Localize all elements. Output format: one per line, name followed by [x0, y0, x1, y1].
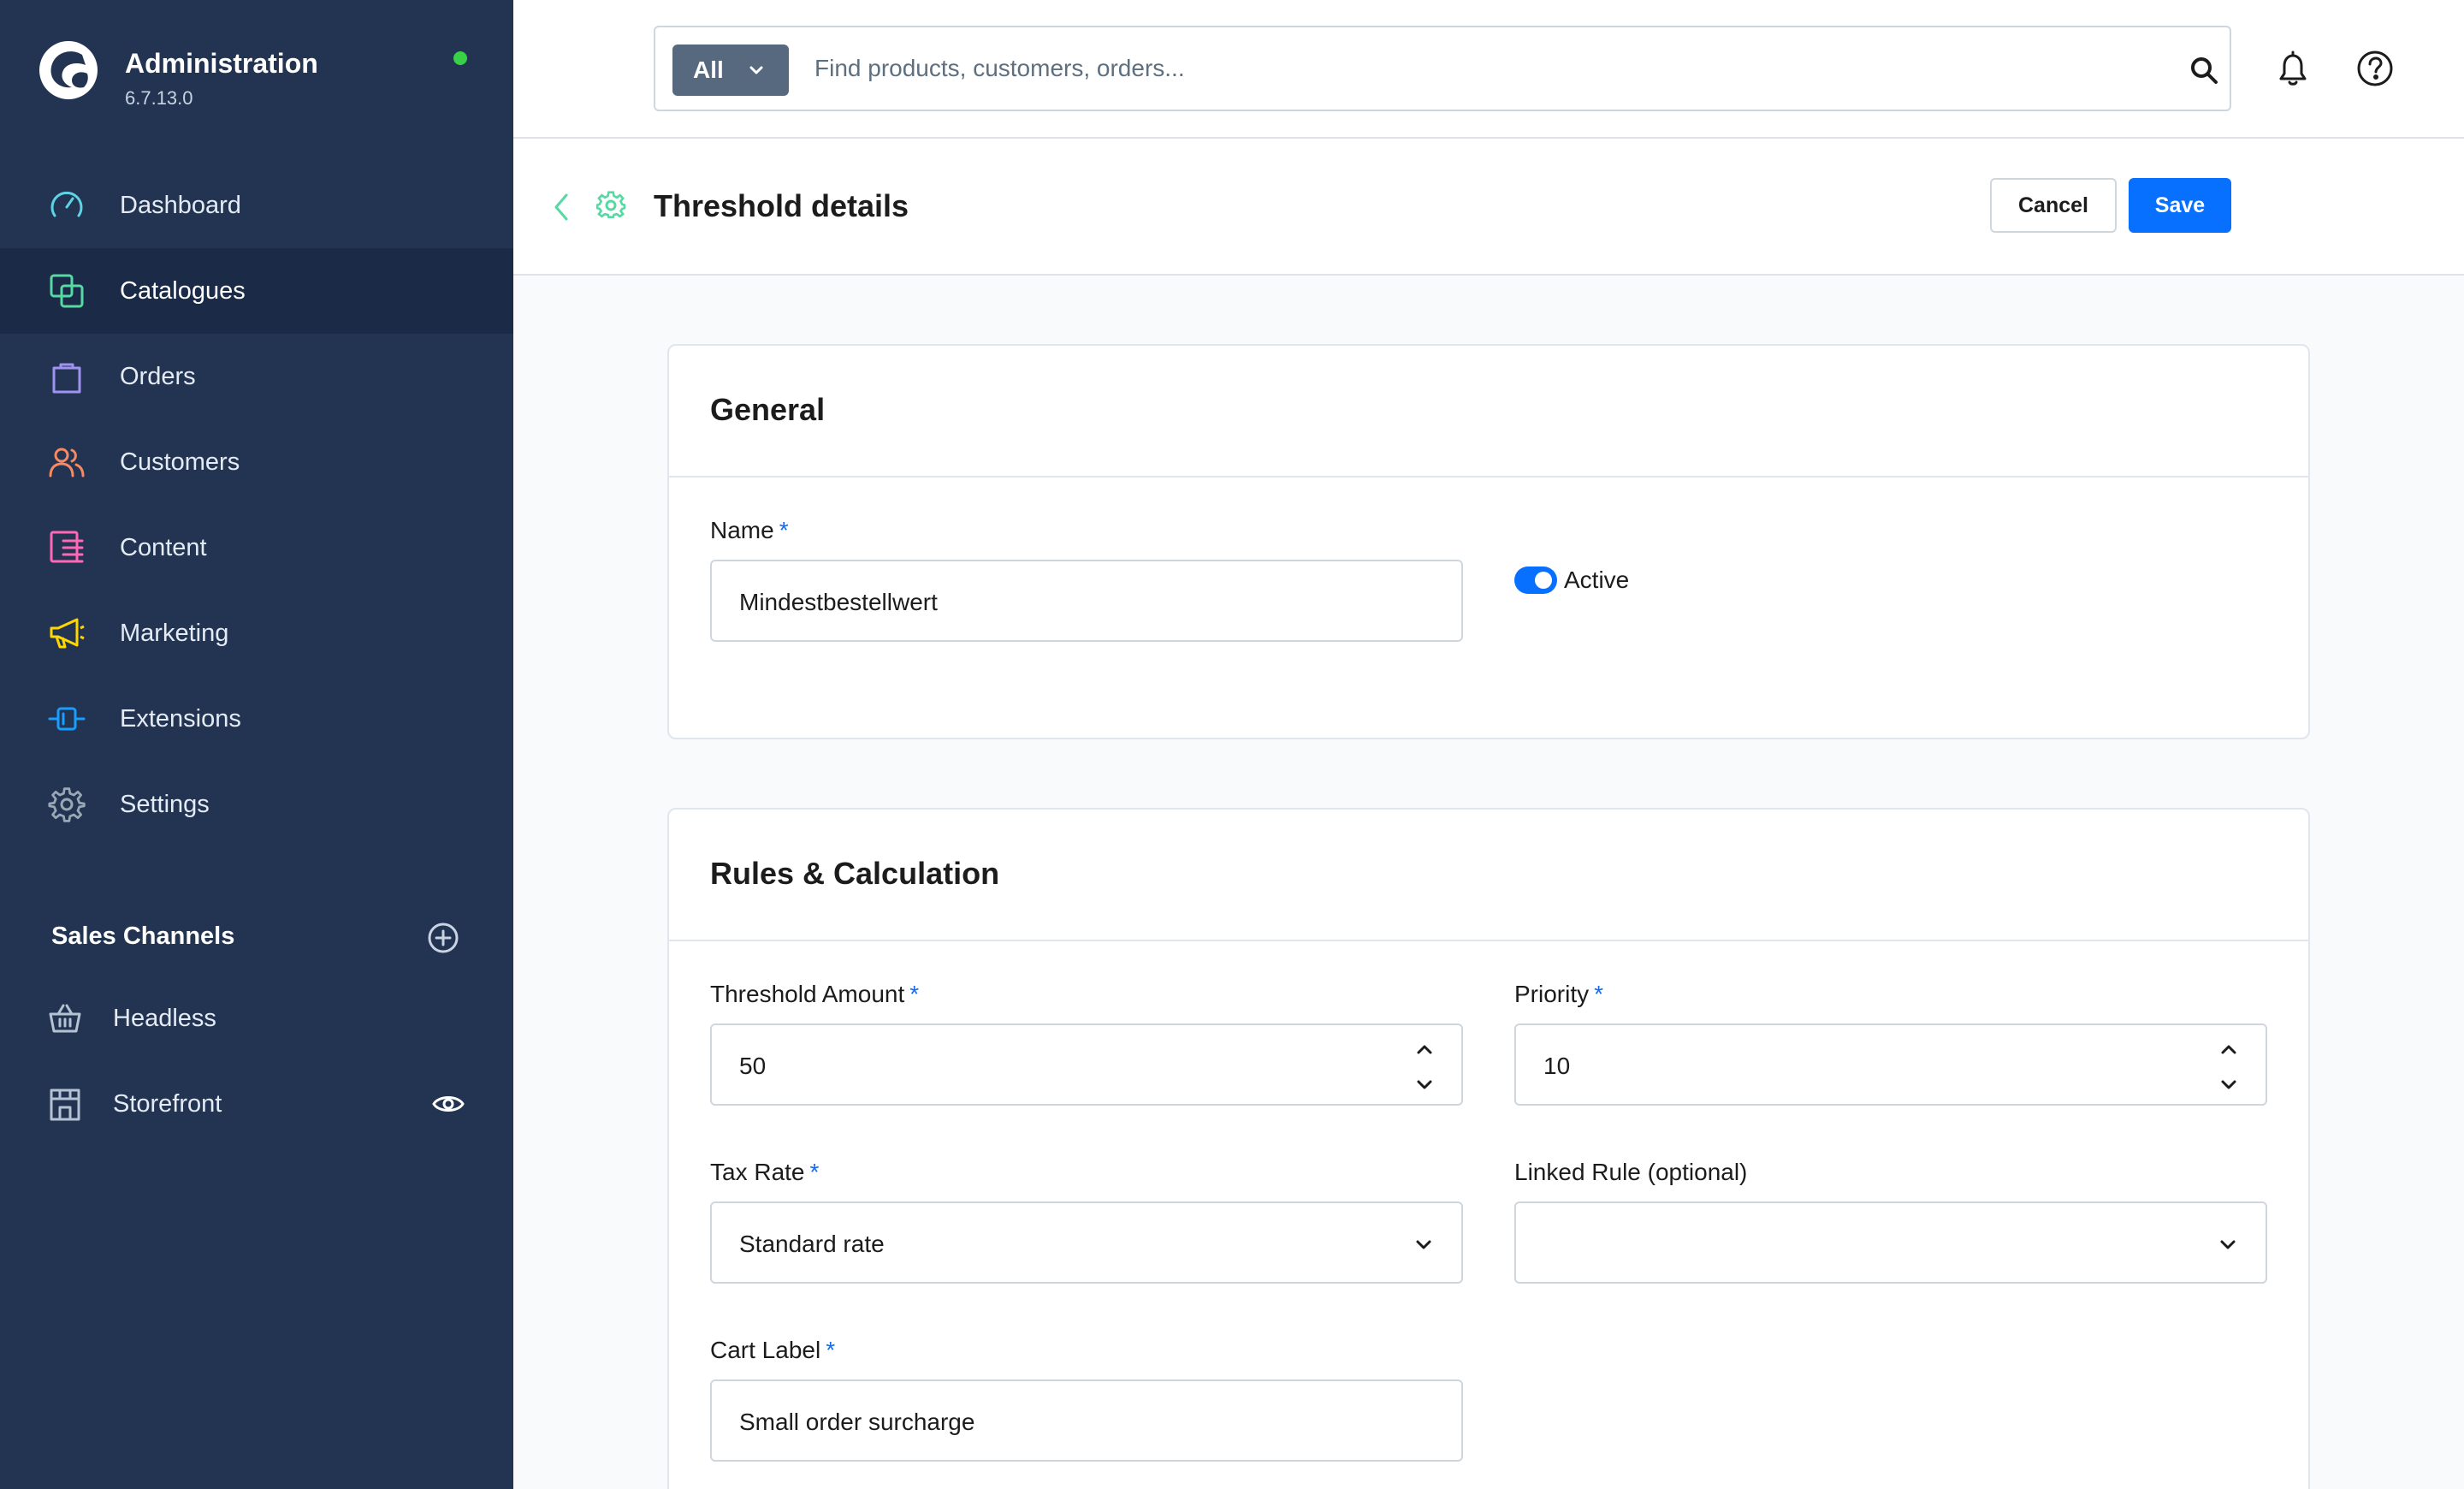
- save-button[interactable]: Save: [2129, 178, 2231, 233]
- app-title: Administration: [125, 48, 318, 79]
- sales-channel-storefront[interactable]: Storefront: [0, 1061, 513, 1147]
- search-icon[interactable]: [2187, 53, 2221, 87]
- chevron-down-icon[interactable]: [2218, 1073, 2240, 1095]
- sidebar-item-content[interactable]: Content: [0, 505, 513, 590]
- sidebar-item-label: Orders: [120, 362, 196, 390]
- sidebar-item-settings[interactable]: Settings: [0, 762, 513, 847]
- priority-label: Priority *: [1514, 981, 1603, 1008]
- shopping-bag-icon: [52, 363, 81, 394]
- sidebar-item-dashboard[interactable]: Dashboard: [0, 163, 513, 248]
- storefront-icon: [50, 1089, 80, 1121]
- sidebar-item-label: Dashboard: [120, 191, 241, 219]
- card-divider: [669, 940, 2308, 941]
- cart-label-label: Cart Label *: [710, 1337, 835, 1364]
- back-arrow-icon[interactable]: [548, 188, 575, 226]
- sidebar-item-extensions[interactable]: Extensions: [0, 676, 513, 762]
- plug-icon: [48, 707, 86, 731]
- threshold-amount-label-text: Threshold Amount: [710, 981, 905, 1007]
- gear-icon: [48, 787, 86, 822]
- card-divider: [669, 476, 2308, 478]
- general-card: General Name * Mindestbestellwert Active: [667, 344, 2310, 739]
- basket-icon: [49, 1004, 81, 1033]
- name-field[interactable]: Mindestbestellwert: [710, 560, 1463, 642]
- chevron-down-icon: [2220, 1240, 2236, 1249]
- users-icon: [49, 448, 85, 478]
- smart-bar: Threshold details Cancel Save: [513, 139, 2464, 276]
- help-icon[interactable]: [2354, 48, 2396, 89]
- sidebar: Administration 6.7.13.0 Dashboard Catalo…: [0, 0, 513, 1489]
- sidebar-item-customers[interactable]: Customers: [0, 419, 513, 505]
- linked-rule-label: Linked Rule (optional): [1514, 1159, 1748, 1185]
- sales-channels-header: Sales Channels: [51, 919, 462, 957]
- settings-gear-icon: [595, 191, 626, 218]
- chevron-down-icon: [749, 66, 763, 74]
- sidebar-item-label: Marketing: [120, 619, 229, 647]
- sidebar-item-label: Content: [120, 533, 207, 561]
- required-asterisk: *: [779, 517, 789, 543]
- search-type-dropdown[interactable]: All: [672, 44, 789, 96]
- tax-rate-select[interactable]: Standard rate: [710, 1201, 1463, 1284]
- status-indicator: [453, 51, 467, 65]
- sales-channels-title: Sales Channels: [51, 922, 235, 950]
- name-label-text: Name: [710, 517, 774, 543]
- toggle-knob: [1535, 572, 1552, 589]
- app-root: Administration 6.7.13.0 Dashboard Catalo…: [0, 0, 2464, 1489]
- sidebar-item-label: Customers: [120, 448, 240, 476]
- tax-rate-label-text: Tax Rate: [710, 1159, 805, 1185]
- catalogue-icon: [50, 274, 84, 308]
- shopware-logo-icon[interactable]: [38, 39, 99, 101]
- chevron-down-icon[interactable]: [1413, 1073, 1436, 1095]
- required-asterisk: *: [909, 981, 920, 1007]
- cancel-button[interactable]: Cancel: [1990, 178, 2117, 233]
- priority-label-text: Priority: [1514, 981, 1590, 1007]
- top-bar: All Find products, customers, orders...: [513, 0, 2464, 139]
- eye-icon[interactable]: [431, 1087, 465, 1121]
- sales-channel-label: Headless: [113, 1005, 216, 1032]
- chevron-up-icon[interactable]: [1413, 1039, 1436, 1061]
- app-version: 6.7.13.0: [125, 87, 193, 109]
- required-asterisk: *: [809, 1159, 820, 1185]
- threshold-amount-label: Threshold Amount *: [710, 981, 919, 1008]
- name-value: Mindestbestellwert: [739, 589, 938, 615]
- global-search: All Find products, customers, orders...: [654, 26, 2231, 111]
- brand: Administration 6.7.13.0: [38, 39, 483, 109]
- cart-label-field[interactable]: Small order surcharge: [710, 1379, 1463, 1462]
- search-type-label: All: [693, 56, 724, 83]
- megaphone-icon: [50, 618, 85, 649]
- add-circle-icon[interactable]: [426, 921, 460, 955]
- cart-label-value: Small order surcharge: [739, 1409, 975, 1435]
- active-toggle[interactable]: [1514, 567, 1557, 594]
- threshold-amount-field[interactable]: 50: [710, 1023, 1463, 1106]
- content-icon: [50, 531, 84, 563]
- priority-field[interactable]: 10: [1514, 1023, 2267, 1106]
- sidebar-item-label: Settings: [120, 790, 210, 818]
- chevron-down-icon: [1416, 1240, 1431, 1249]
- sidebar-item-label: Catalogues: [120, 276, 246, 305]
- card-title: Rules & Calculation: [710, 856, 1000, 891]
- sales-channel-headless[interactable]: Headless: [0, 976, 513, 1061]
- chevron-up-icon[interactable]: [2218, 1039, 2240, 1061]
- sidebar-item-label: Extensions: [120, 704, 241, 733]
- required-asterisk: *: [1594, 981, 1604, 1007]
- priority-value: 10: [1543, 1053, 1571, 1079]
- page-title: Threshold details: [654, 188, 909, 223]
- card-title: General: [710, 392, 826, 427]
- search-input[interactable]: Find products, customers, orders...: [814, 55, 1185, 82]
- main-navigation: Dashboard Catalogues Orders Customers Co…: [0, 163, 513, 847]
- sidebar-item-orders[interactable]: Orders: [0, 334, 513, 419]
- sidebar-item-marketing[interactable]: Marketing: [0, 590, 513, 676]
- tax-rate-label: Tax Rate *: [710, 1159, 819, 1186]
- sidebar-item-catalogues[interactable]: Catalogues: [0, 248, 513, 334]
- rules-card: Rules & Calculation Threshold Amount * 50…: [667, 808, 2310, 1489]
- bell-icon[interactable]: [2272, 48, 2313, 89]
- active-label: Active: [1564, 567, 1630, 593]
- linked-rule-select[interactable]: [1514, 1201, 2267, 1284]
- sales-channel-label: Storefront: [113, 1090, 222, 1118]
- gauge-icon: [50, 191, 83, 217]
- required-asterisk: *: [826, 1337, 836, 1363]
- name-label: Name *: [710, 517, 789, 544]
- threshold-amount-value: 50: [739, 1053, 767, 1079]
- tax-rate-value: Standard rate: [739, 1231, 885, 1257]
- cart-label-label-text: Cart Label: [710, 1337, 821, 1363]
